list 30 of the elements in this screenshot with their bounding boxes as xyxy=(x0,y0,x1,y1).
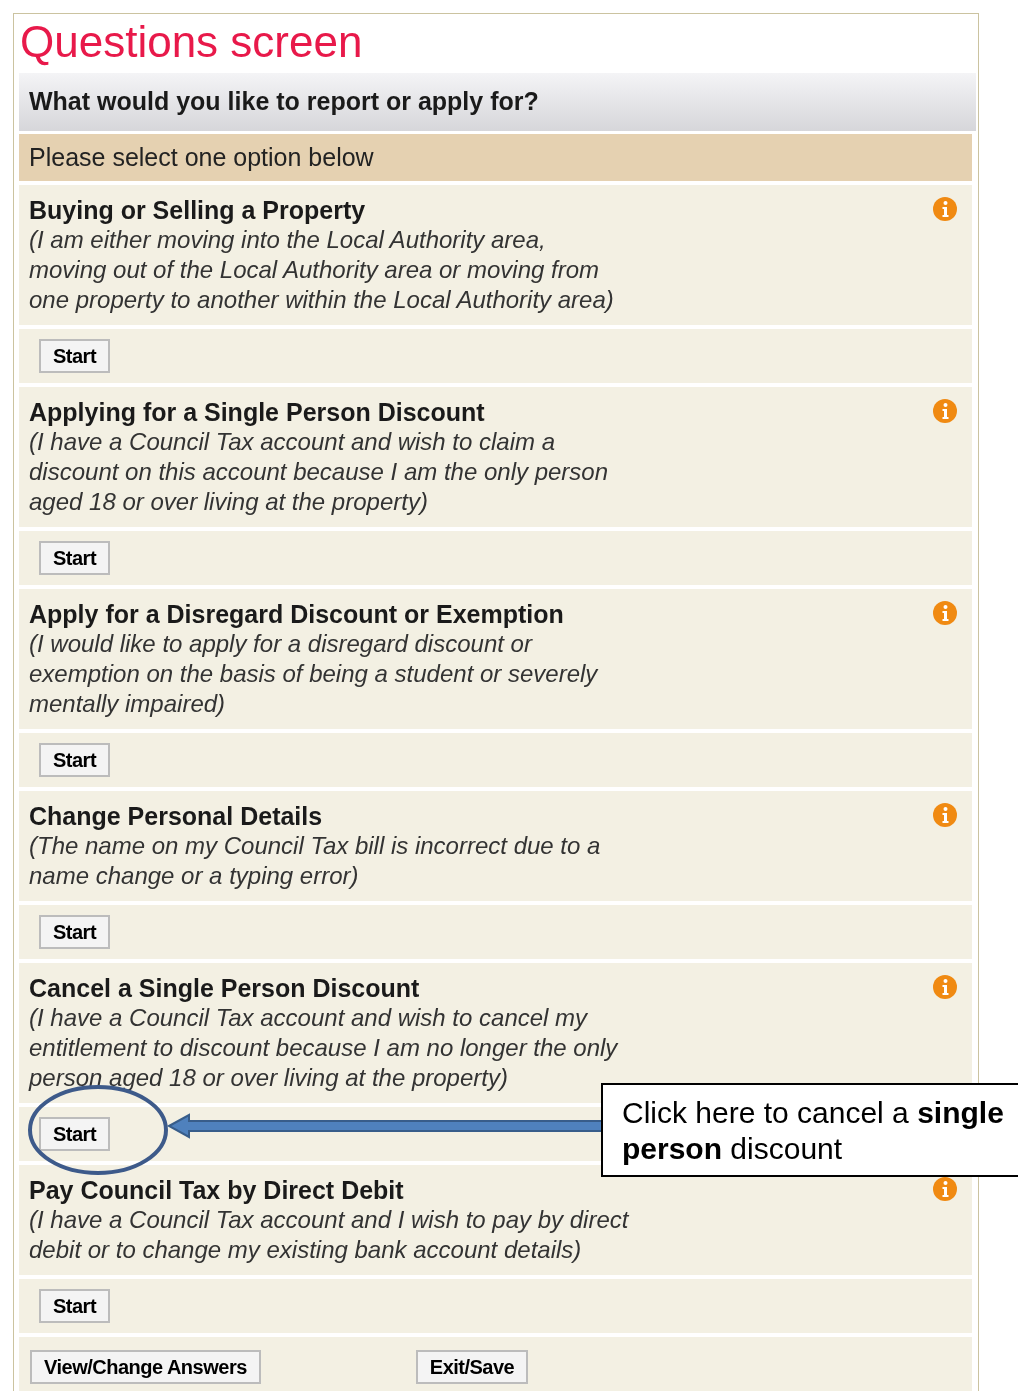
info-icon[interactable] xyxy=(933,803,957,827)
start-button[interactable]: Start xyxy=(39,743,111,777)
option-title: Applying for a Single Person Discount xyxy=(29,397,486,427)
option-title: Change Personal Details xyxy=(29,801,324,831)
start-button[interactable]: Start xyxy=(39,541,111,575)
start-button[interactable]: Start xyxy=(39,915,111,949)
option-description: (I would like to apply for a disregard discount or exemption on the basis of being a student or severely mentally impaired) xyxy=(29,629,598,719)
info-icon[interactable] xyxy=(933,975,957,999)
callout-text: Click here to cancel a single person discount xyxy=(622,1095,1005,1167)
footer-button[interactable]: View/Change Answers xyxy=(30,1350,261,1384)
info-icon[interactable] xyxy=(933,197,957,221)
option-description: (I have a Council Tax account and wish to cancel my entitlement to discount because I am no longer the only person aged 18 or over living at the property) xyxy=(29,1003,618,1093)
option-title: Pay Council Tax by Direct Debit xyxy=(29,1175,405,1205)
option-description: (I have a Council Tax account and I wish to pay by direct debit or to change my existing bank account details) xyxy=(29,1205,629,1265)
option-description: (The name on my Council Tax bill is incorrect due to a name change or a typing error) xyxy=(29,831,601,891)
option-title: Cancel a Single Person Discount xyxy=(29,973,421,1003)
instruction-bar: Please select one option below xyxy=(19,134,972,181)
page-title: Questions screen xyxy=(19,16,364,68)
start-button[interactable]: Start xyxy=(39,1117,111,1151)
option-description: (I am either moving into the Local Authority area, moving out of the Local Authority area or moving from one property to another within the Local Authority area) xyxy=(29,225,614,315)
option-description: (I have a Council Tax account and wish to claim a discount on this account because I am the only person aged 18 or over living at the property) xyxy=(29,427,609,517)
question-header: What would you like to report or apply for? xyxy=(19,73,976,131)
info-icon[interactable] xyxy=(933,399,957,423)
start-button[interactable]: Start xyxy=(39,1289,111,1323)
start-button[interactable]: Start xyxy=(39,339,111,373)
footer-button[interactable]: Exit/Save xyxy=(415,1350,529,1384)
option-title: Apply for a Disregard Discount or Exemption xyxy=(29,599,565,629)
info-icon[interactable] xyxy=(933,601,957,625)
option-title: Buying or Selling a Property xyxy=(29,195,367,225)
info-icon[interactable] xyxy=(933,1177,957,1201)
